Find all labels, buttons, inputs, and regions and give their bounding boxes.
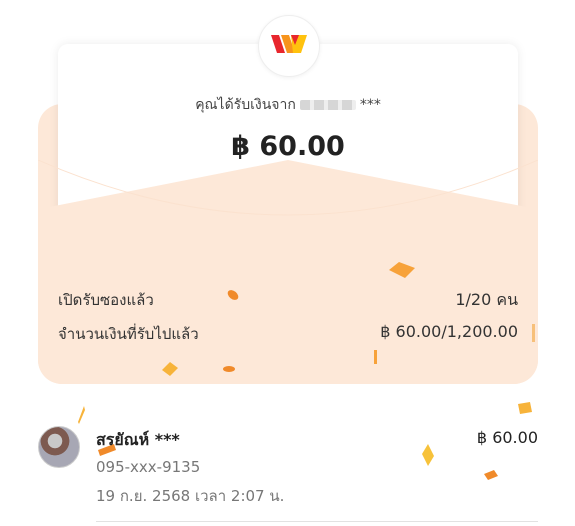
received-row: จำนวนเงินที่รับไปแล้ว ฿ 60.00/1,200.00 bbox=[58, 322, 518, 346]
received-label: จำนวนเงินที่รับไปแล้ว bbox=[58, 325, 199, 343]
confetti-piece bbox=[389, 262, 415, 278]
wallet-logo-icon bbox=[271, 35, 307, 53]
receiver-time: 19 ก.ย. 2568 เวลา 2:07 น. bbox=[96, 487, 285, 505]
sender-name-blurred bbox=[299, 100, 356, 110]
receiver-list-item: สรยัณห์ *** 095-xxx-9135 19 ก.ย. 2568 เว… bbox=[38, 424, 538, 514]
confetti-piece bbox=[374, 350, 377, 364]
sender-prefix: คุณได้รับเงินจาก bbox=[195, 97, 296, 113]
received-value: ฿ 60.00/1,200.00 bbox=[380, 322, 518, 341]
receiver-amount: ฿ 60.00 bbox=[476, 428, 538, 447]
confetti-piece bbox=[78, 406, 85, 424]
opened-row: เปิดรับซองแล้ว 1/20 คน bbox=[58, 288, 518, 313]
sender-masked-suffix: *** bbox=[359, 97, 381, 113]
envelope-amount: ฿ 60.00 bbox=[231, 131, 345, 162]
receiver-name: สรยัณห์ *** bbox=[96, 430, 180, 449]
truemoney-logo bbox=[258, 15, 320, 77]
opened-value: 1/20 คน bbox=[455, 290, 518, 309]
confetti-piece bbox=[162, 362, 178, 376]
avatar bbox=[38, 426, 80, 468]
confetti-piece bbox=[532, 324, 535, 342]
receiver-phone: 095-xxx-9135 bbox=[96, 458, 201, 476]
confetti-piece bbox=[227, 290, 239, 300]
list-divider bbox=[96, 521, 538, 522]
confetti-piece bbox=[518, 402, 532, 414]
sender-line: คุณได้รับเงินจาก *** bbox=[58, 94, 518, 116]
opened-label: เปิดรับซองแล้ว bbox=[58, 291, 154, 309]
confetti-piece bbox=[223, 366, 235, 372]
